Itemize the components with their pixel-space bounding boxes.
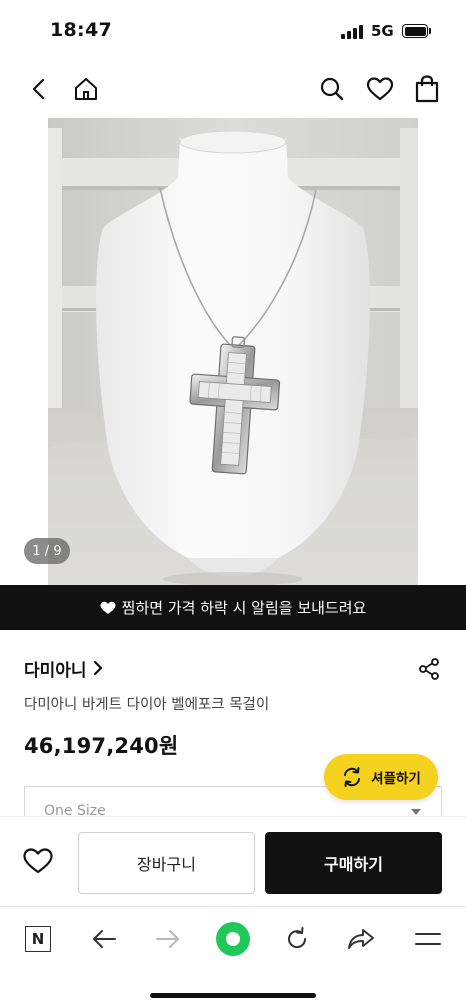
green-dot-icon [216,922,250,956]
share-button[interactable] [414,654,444,684]
chevron-right-icon [93,660,102,676]
product-image-carousel[interactable] [0,118,466,585]
purchase-bar: 장바구니 구매하기 [0,816,466,906]
browser-forward-button[interactable] [150,921,186,957]
naver-home-button[interactable]: N [20,921,56,957]
home-indicator [150,993,316,998]
naver-logo-icon: N [25,926,51,952]
buy-now-button[interactable]: 구매하기 [265,832,442,894]
heart-filled-icon [100,601,116,614]
heart-icon [23,848,53,874]
shuffle-label: 셔플하기 [371,771,421,787]
status-bar: 18:47 5G [0,0,466,62]
share-icon [419,658,439,680]
product-image [48,118,418,585]
network-label: 5G [371,22,394,40]
add-to-cart-button[interactable]: 장바구니 [78,832,255,894]
battery-icon [402,24,428,38]
signal-icon [341,25,365,39]
shuffle-button[interactable]: 셔플하기 [324,754,438,800]
refresh-icon [288,927,307,949]
browser-toolbar: N [0,906,466,1008]
shuffle-refresh-icon [344,767,361,787]
brand-link[interactable]: 다미아니 [24,656,103,681]
caret-down-icon [411,809,421,815]
share-page-button[interactable] [343,921,379,957]
product-price: 46,197,240원 [24,734,179,758]
status-time: 18:47 [50,19,112,41]
search-icon[interactable] [315,72,349,106]
hamburger-icon [415,933,441,945]
price-alert-text: 찜하면 가격 하락 시 알림을 보내드려요 [121,599,367,617]
wishlist-button[interactable] [18,841,58,881]
arrow-left-icon [93,930,116,948]
top-nav [0,62,466,118]
share-arrow-icon [348,929,374,949]
back-icon[interactable] [22,72,56,106]
shopping-bag-icon[interactable] [410,72,444,106]
product-name: 다미아니 바게트 다이아 벨에포크 목걸이 [24,697,270,713]
refresh-button[interactable] [279,921,315,957]
home-icon[interactable] [69,72,103,106]
menu-button[interactable] [410,921,446,957]
browser-green-dot-button[interactable] [215,921,251,957]
price-alert-banner[interactable]: 찜하면 가격 하락 시 알림을 보내드려요 [0,585,466,630]
heart-icon[interactable] [363,72,397,106]
arrow-right-icon [156,930,179,948]
brand-row: 다미아니 [24,652,442,684]
browser-back-button[interactable] [86,921,122,957]
image-counter: 1 / 9 [24,538,70,564]
brand-name: 다미아니 [24,660,87,681]
